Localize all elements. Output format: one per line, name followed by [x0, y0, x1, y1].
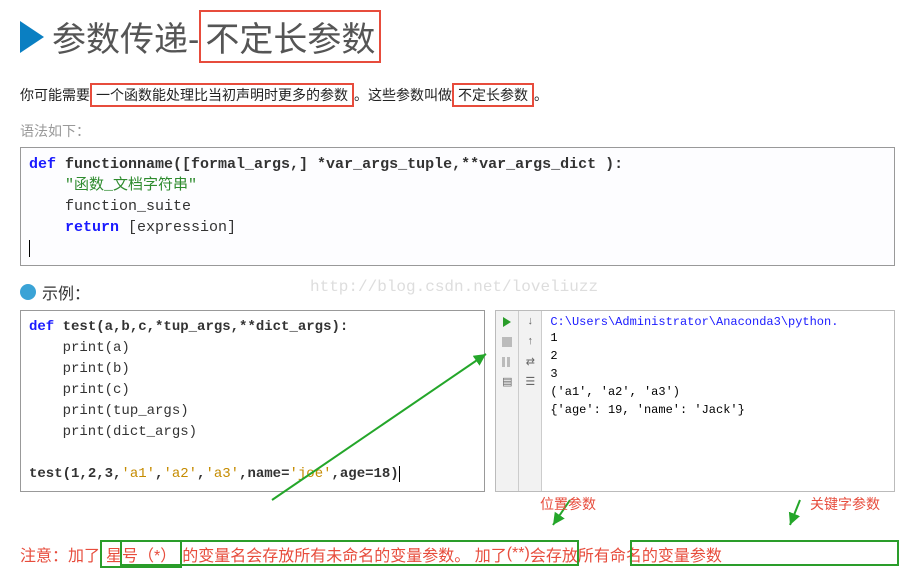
console-out2: 2 [550, 347, 886, 365]
code2-l8e: 'a2' [163, 466, 197, 482]
code2-l6: print(dict_args) [29, 424, 197, 440]
code2-l5: print(tup_args) [29, 403, 189, 419]
kw-def2: def [29, 319, 54, 335]
console-out5: {'age': 19, 'name': 'Jack'} [550, 401, 886, 419]
title-part2-highlight: 不定长参数 [199, 10, 381, 63]
down-icon[interactable]: ↓ [523, 315, 537, 329]
example-columns: def test(a,b,c,*tup_args,**dict_args): p… [20, 310, 895, 492]
example-header: 示例： [20, 280, 895, 304]
stop-icon[interactable] [500, 335, 514, 349]
code2-l8h: ,name= [239, 466, 289, 482]
syntax-suite: function_suite [29, 198, 191, 215]
console-toolbar: ▤ [496, 311, 519, 491]
p1e: 。 [534, 87, 548, 103]
code2-l3: print(b) [29, 361, 130, 377]
triangle-bullet-icon [20, 21, 44, 53]
code2-l8g: 'a3' [205, 466, 239, 482]
code2-l8b: (1,2,3, [63, 466, 122, 482]
code2-l4: print(c) [29, 382, 130, 398]
console-out4: ('a1', 'a2', 'a3') [550, 383, 886, 401]
dot-bullet-icon [20, 284, 36, 300]
code2-l8j: ,age=18) [332, 466, 399, 482]
fn-b-highlight: 星号（*） [100, 540, 182, 568]
footer-note: 注意：加了星号（*）的变量名会存放所有未命名的变量参数。 加了(**)会存放所有… [20, 540, 895, 568]
wrap-icon[interactable]: ⇄ [523, 355, 537, 369]
pause-icon[interactable] [500, 355, 514, 369]
page-title-row: 参数传递- 不定长参数 [20, 10, 895, 63]
title-part1: 参数传递- [52, 12, 199, 61]
p1d-highlight: 不定长参数 [452, 83, 534, 107]
intro-paragraph: 你可能需要一个函数能处理比当初声明时更多的参数。这些参数叫做不定长参数。 [20, 83, 895, 107]
code2-l8c: 'a1' [121, 466, 155, 482]
example-label: 示例： [42, 280, 90, 304]
annotation-row: 位置参数 关键字参数 [20, 494, 895, 522]
fn-e: (**) [507, 545, 530, 563]
fn-a: 注意：加了 [20, 542, 100, 566]
p1a: 你可能需要 [20, 87, 90, 103]
code2-l2: print(a) [29, 340, 130, 356]
play-icon[interactable] [500, 315, 514, 329]
example-codebox: def test(a,b,c,*tup_args,**dict_args): p… [20, 310, 485, 492]
code2-l8a: test [29, 466, 63, 482]
console-panel: ▤ ↓ ↑ ⇄ ☰ C:\Users\Administrator\Anacond… [495, 310, 895, 492]
syntax-line1: functionname([formal_args,] *var_args_tu… [56, 156, 623, 173]
annot-positional: 位置参数 [540, 494, 596, 514]
p1b-highlight: 一个函数能处理比当初声明时更多的参数 [90, 83, 354, 107]
console-out3: 3 [550, 365, 886, 383]
annot-keyword: 关键字参数 [810, 494, 880, 514]
cursor2-icon [399, 466, 400, 482]
syntax-label: 语法如下： [20, 121, 895, 141]
kw-def: def [29, 156, 56, 173]
fn-c: 的变量名会存放所有未命名的变量参数 [182, 542, 454, 566]
fn-f: 会存放所有命名的变量参数 [530, 542, 722, 566]
syntax-codebox: def functionname([formal_args,] *var_arg… [20, 147, 895, 266]
print-icon[interactable]: ☰ [523, 375, 537, 389]
code2-l8i: 'joe' [289, 466, 331, 482]
page-title: 参数传递- 不定长参数 [52, 10, 381, 63]
up-icon[interactable]: ↑ [523, 335, 537, 349]
syntax-docstr: "函数_文档字符串" [29, 177, 197, 194]
syntax-expr: [expression] [119, 219, 236, 236]
code2-sig: test(a,b,c,*tup_args,**dict_args): [54, 319, 348, 335]
kw-return: return [65, 219, 119, 236]
p1c: 。这些参数叫做 [354, 87, 452, 103]
console-body: C:\Users\Administrator\Anaconda3\python.… [542, 311, 894, 491]
syntax-indent [29, 219, 65, 236]
console-path: C:\Users\Administrator\Anaconda3\python. [550, 315, 886, 329]
console-out1: 1 [550, 329, 886, 347]
console-toolbar2: ↓ ↑ ⇄ ☰ [519, 311, 542, 491]
cursor-icon [29, 240, 30, 257]
fn-d: 。 加了 [454, 542, 506, 566]
layout-icon[interactable]: ▤ [500, 375, 514, 389]
